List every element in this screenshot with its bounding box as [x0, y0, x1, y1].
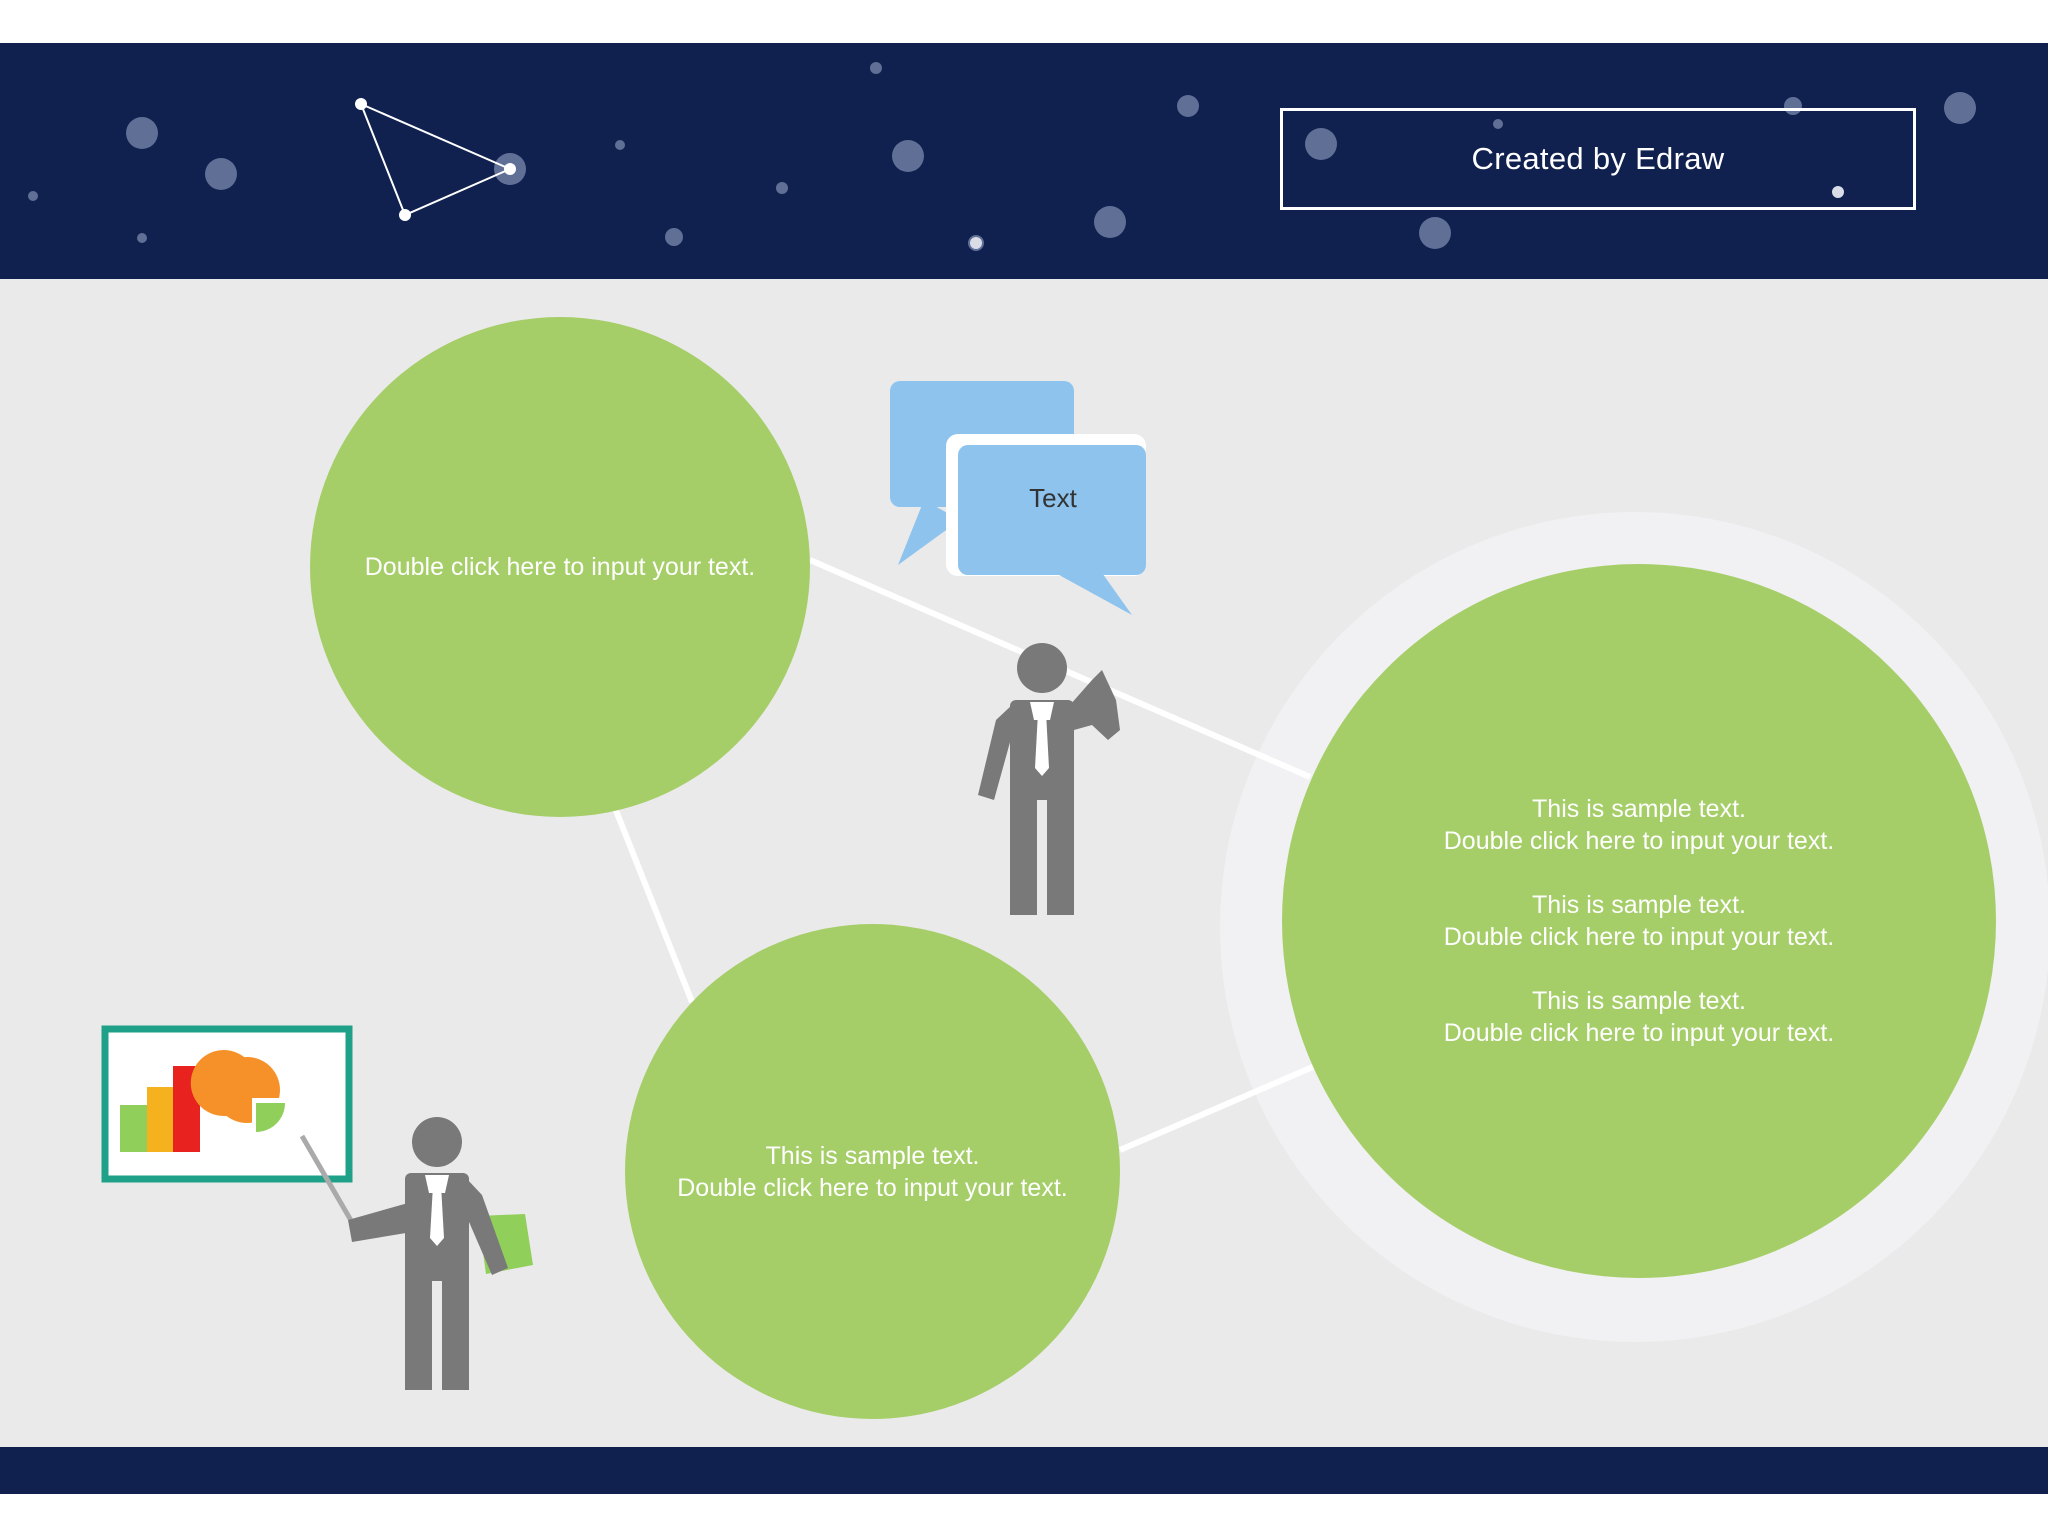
thinking-businessman-icon — [978, 643, 1120, 915]
speech-bubble-text[interactable]: Text — [960, 478, 1146, 518]
illustrations — [101, 381, 1146, 1390]
presentation-board-icon — [101, 1025, 363, 1238]
presenter-businessman-icon — [348, 1117, 533, 1390]
